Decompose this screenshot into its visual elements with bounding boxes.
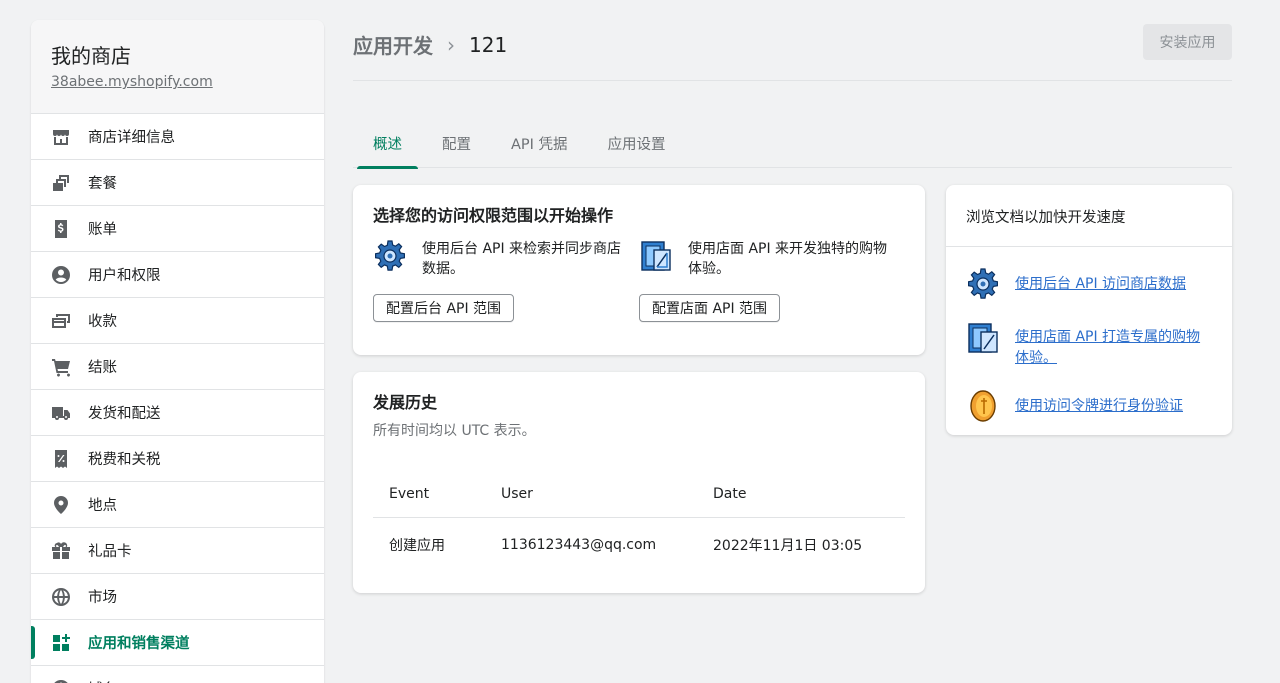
payments-icon [51,311,71,331]
sidebar-item-taxes[interactable]: 税费和关税 [31,436,324,482]
sidebar-item-label: 结账 [88,360,117,376]
sidebar-item-users[interactable]: 用户和权限 [31,252,324,298]
sidebar-item-locations[interactable]: 地点 [31,482,324,528]
page-title: 121 [469,32,508,57]
tab-bar: 概述 配置 API 凭据 应用设置 [353,118,1232,169]
store-name: 我的商店 [51,44,131,68]
chevron-right-icon: › [447,32,455,57]
storefront-api-docs-link[interactable]: 使用店面 API 打造专属的购物体验。 [1015,327,1212,369]
sidebar-item-label: 域名 [88,678,117,683]
gear-icon [968,268,998,299]
sidebar-item-label: 礼品卡 [88,544,132,560]
sidebar-item-markets[interactable]: 市场 [31,574,324,620]
sidebar-item-label: 应用和销售渠道 [88,636,190,652]
user-icon [51,265,71,285]
settings-sidebar: 我的商店 38abee.myshopify.com 商店详细信息 套餐 账单 用… [31,20,324,683]
history-card-title: 发展历史 [373,393,438,412]
storefront-icon [641,241,671,271]
tab-api-credentials[interactable]: API 凭据 [491,118,588,168]
docs-card-title: 浏览文档以加快开发速度 [946,185,1232,247]
storefront-api-description: 使用店面 API 来开发独特的购物体验。 [688,241,888,277]
history-card: 发展历史 所有时间均以 UTC 表示。 Event User Date 创建应用… [353,372,925,593]
tab-overview[interactable]: 概述 [353,118,422,169]
sidebar-item-label: 账单 [88,222,117,238]
configure-admin-api-button[interactable]: 配置后台 API 范围 [373,294,515,322]
sidebar-item-label: 商店详细信息 [88,130,175,146]
breadcrumb-parent-link[interactable]: 应用开发 [353,30,433,59]
store-header: 我的商店 38abee.myshopify.com [31,20,324,114]
configure-storefront-api-button[interactable]: 配置店面 API 范围 [639,294,781,322]
docs-card: 浏览文档以加快开发速度 使用后台 API 访问商店数据 使用店面 API 打造专… [946,185,1232,435]
cart-icon [51,357,71,377]
table-row: 创建应用 1136123443@qq.com 2022年11月1日 03:05 [373,518,905,572]
cell-event: 创建应用 [389,538,445,554]
storefront-icon [968,323,998,353]
globe-icon [51,587,71,607]
table-header-row: Event User Date [373,470,905,518]
page-header: 应用开发 › 121 安装应用 [353,24,1232,81]
token-icon [970,390,996,422]
sidebar-item-store-details[interactable]: 商店详细信息 [31,114,324,160]
plan-icon [51,173,71,193]
sidebar-item-gift-cards[interactable]: 礼品卡 [31,528,324,574]
apps-icon [51,633,71,653]
sidebar-item-payments[interactable]: 收款 [31,298,324,344]
sidebar-item-label: 市场 [88,590,117,606]
admin-api-column: 使用后台 API 来检索并同步商店数据。 配置后台 API 范围 [373,239,639,322]
column-header-date: Date [713,485,747,502]
doc-link-access-token: 使用访问令牌进行身份验证 [966,389,1212,423]
location-icon [51,495,71,515]
storefront-api-column: 使用店面 API 来开发独特的购物体验。 配置店面 API 范围 [639,239,905,322]
sidebar-item-apps[interactable]: 应用和销售渠道 [31,620,324,666]
cell-user: 1136123443@qq.com [501,537,657,553]
doc-link-storefront-api: 使用店面 API 打造专属的购物体验。 [966,321,1212,369]
billing-icon [51,219,71,239]
sidebar-item-label: 收款 [88,314,117,330]
sidebar-item-checkout[interactable]: 结账 [31,344,324,390]
sidebar-item-plan[interactable]: 套餐 [31,160,324,206]
sidebar-item-shipping[interactable]: 发货和配送 [31,390,324,436]
sidebar-item-label: 发货和配送 [88,406,161,422]
admin-api-docs-link[interactable]: 使用后台 API 访问商店数据 [1015,274,1212,295]
sidebar-item-domains[interactable]: 域名 [31,666,324,683]
gear-icon [375,240,405,271]
access-scope-card: 选择您的访问权限范围以开始操作 使用后台 API 来检索并同步商店数据。 配置后… [353,185,925,355]
store-icon [51,127,71,147]
sidebar-item-label: 税费和关税 [88,452,161,468]
column-header-user: User [501,485,533,502]
truck-icon [51,403,71,423]
admin-api-description: 使用后台 API 来检索并同步商店数据。 [422,241,622,277]
gift-icon [51,541,71,561]
domain-icon [51,679,71,683]
tax-icon [51,449,71,469]
sidebar-item-label: 套餐 [88,176,117,192]
history-table: Event User Date 创建应用 1136123443@qq.com 2… [373,470,905,572]
cell-date: 2022年11月1日 03:05 [713,538,863,554]
install-app-button[interactable]: 安装应用 [1143,24,1232,60]
store-domain-link[interactable]: 38abee.myshopify.com [51,74,213,90]
tab-app-settings[interactable]: 应用设置 [588,118,686,168]
history-card-subtitle: 所有时间均以 UTC 表示。 [373,423,536,439]
sidebar-item-label: 用户和权限 [88,268,161,284]
breadcrumb: 应用开发 › 121 [353,30,507,59]
sidebar-item-label: 地点 [88,498,117,514]
sidebar-item-billing[interactable]: 账单 [31,206,324,252]
tab-configuration[interactable]: 配置 [422,118,491,168]
access-token-docs-link[interactable]: 使用访问令牌进行身份验证 [1015,396,1212,417]
doc-link-admin-api: 使用后台 API 访问商店数据 [966,267,1212,301]
column-header-event: Event [389,485,430,502]
scope-card-title: 选择您的访问权限范围以开始操作 [373,206,614,225]
